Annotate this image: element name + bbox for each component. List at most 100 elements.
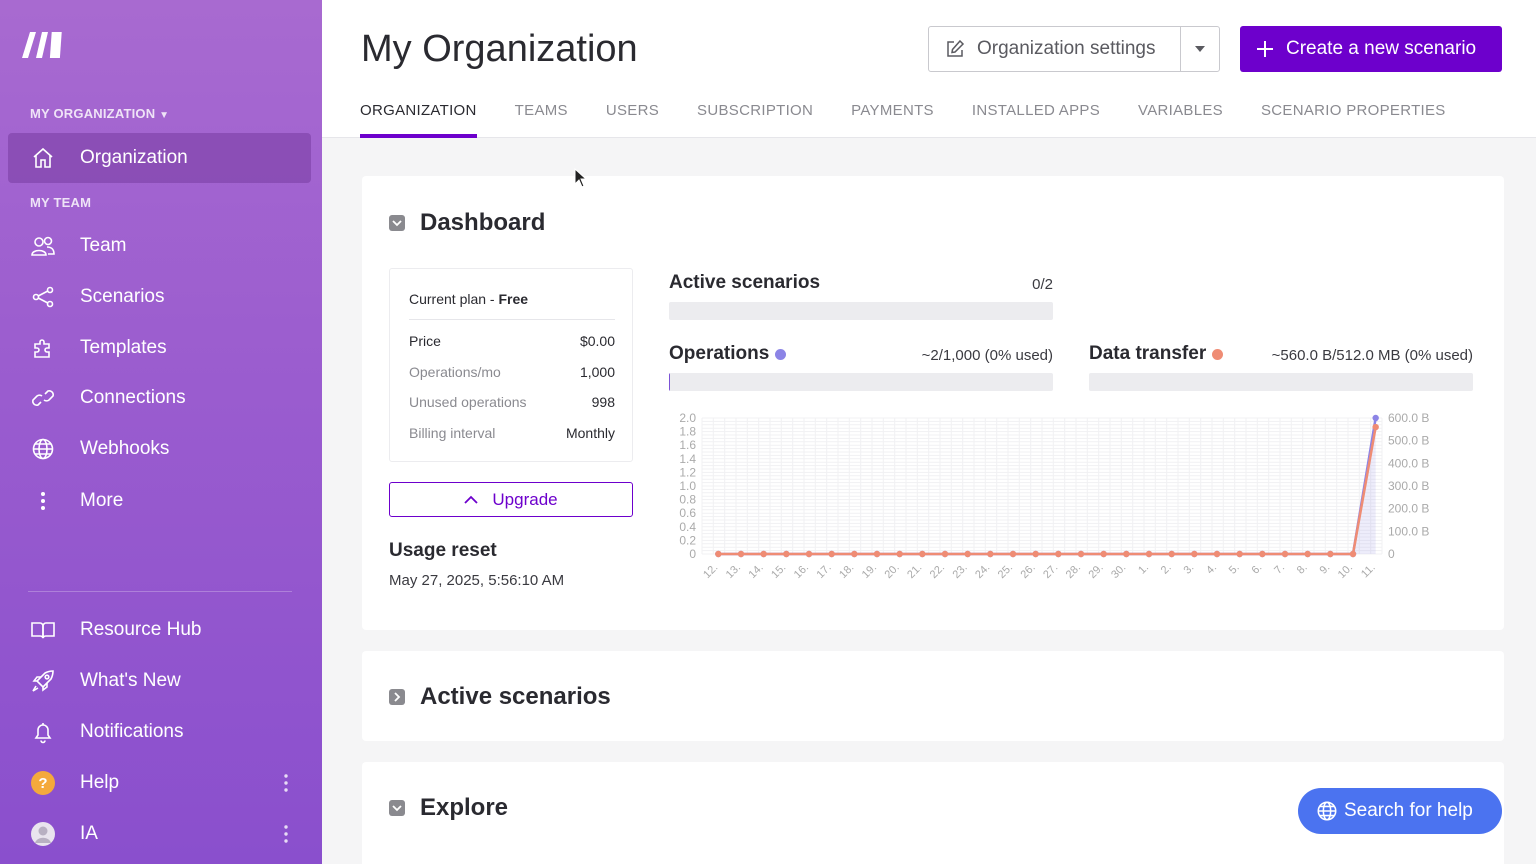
y-left-tick-label: 0.2 [679, 533, 696, 547]
puzzle-icon [30, 335, 56, 361]
tab-organization[interactable]: ORGANIZATION [360, 102, 477, 138]
page-header: My Organization Organization settings Cr… [322, 0, 1536, 138]
tab-payments[interactable]: PAYMENTS [851, 102, 934, 138]
active-scenarios-value: 0/2 [1032, 276, 1053, 293]
x-tick-label: 1. [1136, 562, 1151, 577]
operations-point [1372, 414, 1379, 422]
data-transfer-point [783, 550, 790, 558]
data-transfer-point [737, 550, 745, 558]
plan-row-billing: Billing interval Monthly [409, 425, 615, 441]
sidebar-item-scenarios[interactable]: Scenarios [8, 272, 311, 322]
tab-users[interactable]: USERS [606, 102, 659, 138]
more-vertical-icon [30, 488, 56, 514]
y-right-tick-label: 300.0 B [1388, 479, 1429, 493]
create-scenario-button[interactable]: Create a new scenario [1240, 26, 1502, 72]
sidebar-item-templates[interactable]: Templates [8, 323, 311, 373]
main-content: My Organization Organization settings Cr… [322, 0, 1536, 864]
mouse-cursor-icon [574, 168, 588, 188]
sidebar-item-organization[interactable]: Organization [8, 133, 311, 183]
x-tick-label: 30. [1109, 562, 1128, 581]
data-transfer-point [941, 550, 949, 558]
data-transfer-legend-dot [1212, 348, 1224, 360]
sidebar-item-resource-hub[interactable]: Resource Hub [8, 605, 311, 655]
sidebar-item-whats-new[interactable]: What's New [8, 656, 311, 706]
data-transfer-point [805, 550, 813, 558]
tab-variables[interactable]: VARIABLES [1138, 102, 1223, 138]
tab-subscription[interactable]: SUBSCRIPTION [697, 102, 813, 138]
plan-row-unused: Unused operations 998 [409, 394, 615, 410]
data-transfer-point [828, 550, 835, 558]
globe-icon [30, 436, 56, 462]
data-transfer-point [1349, 550, 1357, 558]
x-tick-label: 2. [1159, 562, 1174, 577]
dashboard-header[interactable]: Dashboard [389, 209, 545, 237]
user-menu-icon[interactable] [283, 825, 289, 848]
x-tick-label: 20. [882, 562, 901, 581]
y-left-tick-label: 0 [689, 547, 696, 561]
data-transfer-point [1304, 550, 1311, 558]
book-icon [30, 617, 56, 643]
x-tick-label: 28. [1064, 562, 1083, 581]
plan-row-operations: Operations/mo 1,000 [409, 364, 615, 380]
dashboard-card: Dashboard Current plan - Free Price $0.0… [362, 176, 1504, 630]
active-scenarios-card: Active scenarios [362, 651, 1504, 741]
x-tick-label: 21. [905, 562, 924, 581]
active-scenarios-header[interactable]: Active scenarios [389, 683, 611, 711]
data-transfer-point [1145, 550, 1153, 558]
organization-settings-main[interactable]: Organization settings [929, 27, 1181, 71]
x-tick-label: 14. [746, 562, 765, 581]
data-transfer-point [1327, 550, 1334, 558]
usage-reset-title: Usage reset [389, 540, 497, 561]
x-tick-label: 8. [1295, 562, 1310, 577]
sidebar-item-connections[interactable]: Connections [8, 373, 311, 423]
sidebar-item-notifications[interactable]: Notifications [8, 707, 311, 757]
data-transfer-line [718, 426, 1377, 556]
data-transfer-point [1055, 550, 1062, 558]
caret-down-icon [1195, 46, 1205, 52]
x-tick-label: 23. [950, 562, 969, 581]
y-right-tick-label: 500.0 B [1388, 434, 1429, 448]
explore-header[interactable]: Explore [389, 794, 508, 822]
organization-settings-button[interactable]: Organization settings [928, 26, 1220, 72]
help-menu-icon[interactable] [283, 774, 289, 797]
organization-settings-dropdown[interactable] [1181, 27, 1219, 71]
data-transfer-value: ~560.0 B/512.0 MB (0% used) [1271, 347, 1473, 364]
x-tick-label: 16. [792, 562, 811, 581]
y-left-tick-label: 1.8 [679, 425, 696, 439]
sidebar-item-webhooks[interactable]: Webhooks [8, 424, 311, 474]
caret-down-icon: ▼ [159, 110, 170, 121]
x-tick-label: 19. [860, 562, 879, 581]
collapse-icon[interactable] [389, 215, 405, 231]
collapse-icon[interactable] [389, 800, 405, 816]
tab-scenario-properties[interactable]: SCENARIO PROPERTIES [1261, 102, 1446, 138]
y-left-tick-label: 0.6 [679, 506, 696, 520]
data-transfer-label: Data transfer [1089, 343, 1224, 365]
data-transfer-point [896, 550, 903, 558]
y-left-tick-label: 2.0 [679, 411, 696, 425]
data-transfer-point [1281, 550, 1289, 558]
org-switcher[interactable]: MY ORGANIZATION ▼ [30, 106, 169, 121]
search-for-help-button[interactable]: Search for help [1298, 788, 1502, 834]
tab-installed-apps[interactable]: INSTALLED APPS [972, 102, 1100, 138]
org-tabs: ORGANIZATION TEAMS USERS SUBSCRIPTION PA… [360, 102, 1484, 138]
y-left-tick-label: 0.4 [679, 520, 696, 534]
sidebar-item-more[interactable]: More [8, 476, 311, 526]
x-tick-label: 18. [837, 562, 856, 581]
sidebar-item-help[interactable]: ? Help [8, 758, 311, 808]
tab-teams[interactable]: TEAMS [515, 102, 568, 138]
y-left-tick-label: 1.0 [679, 479, 696, 493]
data-transfer-point [1372, 423, 1379, 431]
operations-legend-dot [775, 348, 787, 360]
sidebar-item-user[interactable]: IA [8, 809, 311, 859]
y-left-tick-label: 0.8 [679, 493, 696, 507]
data-transfer-point [1191, 550, 1198, 558]
sidebar-item-team[interactable]: Team [8, 221, 311, 271]
y-right-tick-label: 200.0 B [1388, 502, 1429, 516]
plus-icon [1257, 41, 1273, 57]
upgrade-button[interactable]: Upgrade [389, 482, 633, 517]
make-logo[interactable] [20, 28, 66, 60]
expand-icon[interactable] [389, 689, 405, 705]
x-tick-label: 9. [1317, 562, 1332, 577]
x-tick-label: 25. [996, 562, 1015, 581]
x-tick-label: 3. [1181, 562, 1196, 577]
